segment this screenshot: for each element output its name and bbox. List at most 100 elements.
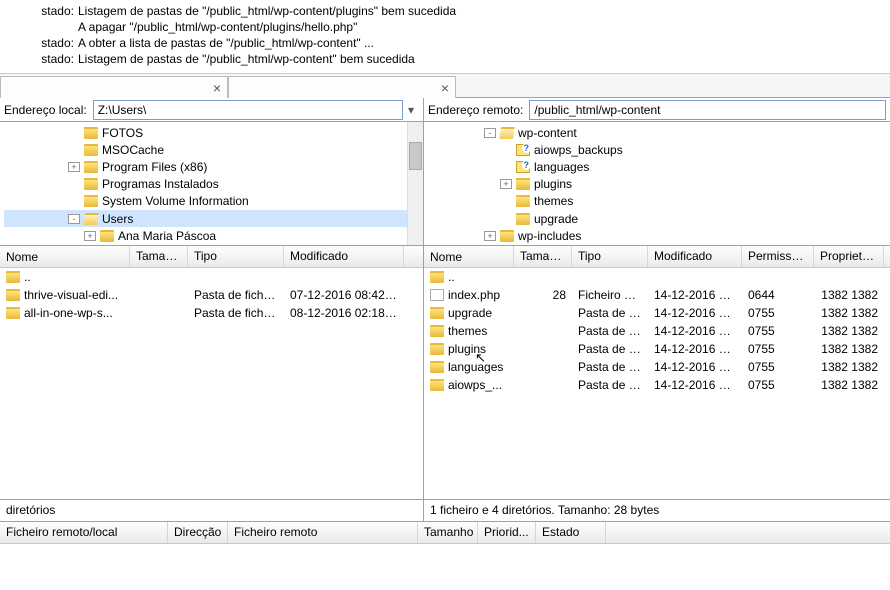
- folder-icon: [84, 144, 98, 156]
- tree-item-label: themes: [534, 194, 573, 208]
- list-item[interactable]: index.php28Ficheiro PHP14-12-2016 15:...…: [424, 286, 890, 304]
- qcol-local[interactable]: Ficheiro remoto/local: [0, 522, 168, 543]
- qcol-direction[interactable]: Direcção: [168, 522, 228, 543]
- local-tree[interactable]: FOTOSMSOCache + Program Files (x86) Program…: [0, 122, 424, 245]
- tree-item-label: aiowps_backups: [534, 143, 623, 157]
- folder-icon: [516, 144, 530, 156]
- tree-item[interactable]: +Ana Maria Páscoa: [4, 227, 423, 244]
- qcol-remote[interactable]: Ficheiro remoto: [228, 522, 418, 543]
- tree-item-label: wp-content: [518, 126, 577, 140]
- list-item[interactable]: thrive-visual-edi...Pasta de fichei...07…: [0, 286, 423, 304]
- list-item[interactable]: languagesPasta de fi...14-12-2016 15:...…: [424, 358, 890, 376]
- tree-item-label: plugins: [534, 177, 572, 191]
- folder-icon: [516, 195, 530, 207]
- tree-item[interactable]: - Users: [4, 210, 423, 227]
- file-icon: [430, 289, 444, 301]
- col-modified[interactable]: Modificado: [284, 246, 404, 267]
- col-type[interactable]: Tipo: [188, 246, 284, 267]
- folder-icon: [516, 178, 530, 190]
- folder-icon: [430, 307, 444, 319]
- tree-item-label: upgrade: [534, 212, 578, 226]
- tree-item-label: languages: [534, 160, 589, 174]
- qcol-priority[interactable]: Priorid...: [478, 522, 536, 543]
- folder-icon: [83, 213, 99, 225]
- tree-item[interactable]: aiowps_backups: [484, 141, 890, 158]
- folder-icon: [84, 195, 98, 207]
- col-name[interactable]: Nome: [424, 246, 514, 267]
- tree-item[interactable]: themes: [484, 193, 890, 210]
- local-file-list[interactable]: Nome Tamanho Tipo Modificado ..thrive-vi…: [0, 246, 424, 499]
- local-address-label: Endereço local:: [4, 103, 93, 117]
- local-status: diretórios: [0, 500, 424, 521]
- list-item[interactable]: themesPasta de fi...14-12-2016 16:...075…: [424, 322, 890, 340]
- folder-icon: [430, 325, 444, 337]
- close-icon[interactable]: ×: [213, 80, 221, 96]
- remote-address-label: Endereço remoto:: [428, 103, 529, 117]
- list-item[interactable]: upgradePasta de fi...14-12-2016 15:...07…: [424, 304, 890, 322]
- remote-tree[interactable]: - wp-content aiowps_backups languages + plugi…: [424, 122, 890, 245]
- remote-address-input[interactable]: /public_html/wp-content: [529, 100, 886, 120]
- tree-item[interactable]: upgrade: [484, 210, 890, 227]
- list-item[interactable]: pluginsPasta de fi...14-12-2016 17:...07…: [424, 340, 890, 358]
- col-owner[interactable]: Proprietári...: [814, 246, 884, 267]
- connection-tabs: × ×: [0, 74, 890, 98]
- col-size[interactable]: Tamanho: [130, 246, 188, 267]
- expander-icon[interactable]: -: [484, 128, 496, 138]
- close-icon[interactable]: ×: [441, 80, 449, 96]
- tree-item[interactable]: MSOCache: [4, 141, 423, 158]
- tree-item[interactable]: - wp-content: [484, 124, 890, 141]
- qcol-status[interactable]: Estado: [536, 522, 606, 543]
- col-name[interactable]: Nome: [0, 246, 130, 267]
- col-size[interactable]: Tamanho: [514, 246, 572, 267]
- folder-icon: [500, 230, 514, 242]
- expander-icon[interactable]: +: [500, 179, 512, 189]
- scroll-thumb[interactable]: [409, 142, 422, 170]
- folder-icon: [84, 127, 98, 139]
- col-permissions[interactable]: Permissões: [742, 246, 814, 267]
- remote-file-list[interactable]: Nome Tamanho Tipo Modificado Permissões …: [424, 246, 890, 499]
- chevron-down-icon[interactable]: ▾: [403, 103, 419, 117]
- folder-icon: [6, 307, 20, 319]
- local-address-input[interactable]: Z:\Users\: [93, 100, 403, 120]
- status-log: stado:Listagem de pastas de "/public_htm…: [0, 0, 890, 74]
- remote-status: 1 ficheiro e 4 diretórios. Tamanho: 28 b…: [424, 500, 890, 521]
- tree-item-label: Programas Instalados: [102, 177, 219, 191]
- folder-icon: [499, 127, 515, 139]
- tree-item[interactable]: languages: [484, 158, 890, 175]
- expander-icon[interactable]: -: [68, 214, 80, 224]
- tree-item-label: System Volume Information: [102, 194, 249, 208]
- tab-1[interactable]: ×: [0, 76, 228, 98]
- folder-icon: [430, 271, 444, 283]
- list-item[interactable]: aiowps_...Pasta de fi...14-12-2016 16:..…: [424, 376, 890, 394]
- tree-item[interactable]: + Program Files (x86): [4, 158, 423, 175]
- col-modified[interactable]: Modificado: [648, 246, 742, 267]
- tree-item-label: Users: [102, 212, 133, 226]
- tree-item[interactable]: System Volume Information: [4, 193, 423, 210]
- expander-icon[interactable]: +: [484, 231, 496, 241]
- tree-item[interactable]: FOTOS: [4, 124, 423, 141]
- tree-item-label: Program Files (x86): [102, 160, 207, 174]
- tree-item[interactable]: + plugins: [484, 176, 890, 193]
- folder-icon: [430, 379, 444, 391]
- scrollbar-vertical[interactable]: [407, 122, 423, 245]
- folder-icon: [516, 161, 530, 173]
- transfer-queue-headers: Ficheiro remoto/local Direcção Ficheiro …: [0, 522, 890, 544]
- list-item[interactable]: all-in-one-wp-s...Pasta de fichei...08-1…: [0, 304, 423, 322]
- folder-icon: [6, 289, 20, 301]
- folder-icon: [430, 361, 444, 373]
- tree-item[interactable]: Programas Instalados: [4, 176, 423, 193]
- tab-2[interactable]: ×: [228, 76, 456, 98]
- tree-item-label: FOTOS: [102, 126, 143, 140]
- qcol-size[interactable]: Tamanho: [418, 522, 478, 543]
- list-item[interactable]: ..: [424, 268, 890, 286]
- expander-icon[interactable]: +: [84, 231, 96, 241]
- tree-item-label: wp-includes: [518, 229, 581, 243]
- tree-item[interactable]: + wp-includes: [484, 227, 890, 244]
- folder-icon: [100, 230, 114, 242]
- col-type[interactable]: Tipo: [572, 246, 648, 267]
- folder-icon: [84, 178, 98, 190]
- folder-icon: [516, 213, 530, 225]
- expander-icon[interactable]: +: [68, 162, 80, 172]
- folder-icon: [430, 343, 444, 355]
- list-item[interactable]: ..: [0, 268, 423, 286]
